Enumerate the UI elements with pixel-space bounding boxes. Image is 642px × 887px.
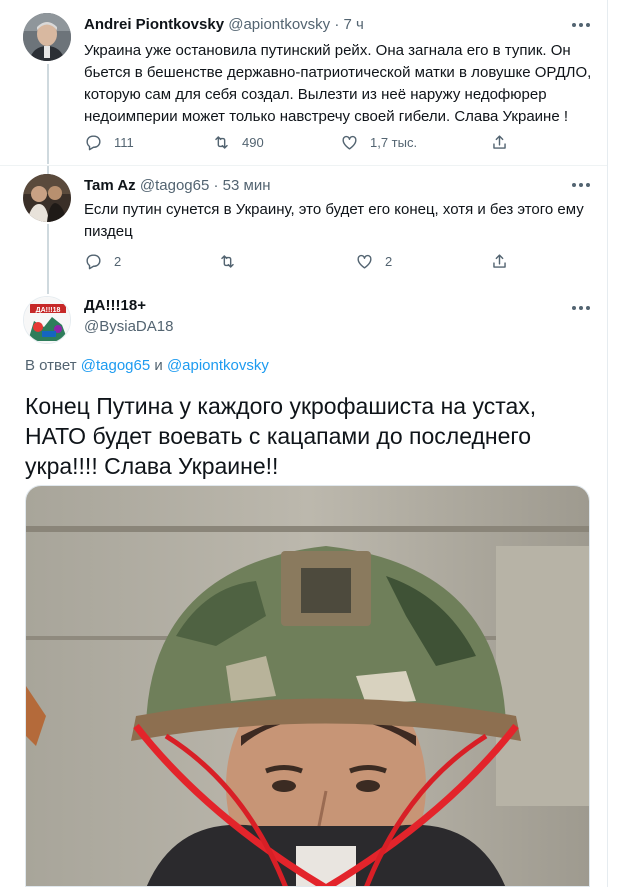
retweet-button[interactable] <box>218 249 248 273</box>
avatar-photo <box>23 174 71 222</box>
more-icon[interactable] <box>571 18 595 32</box>
author-name[interactable]: Andrei Piontkovsky <box>84 16 224 33</box>
tweet-actions: 2 2 <box>84 249 514 273</box>
tweet-header: Tam Az @tagog65 · 53 мин <box>84 177 270 194</box>
tweet-text-line: недоимперии может только навстречу своей… <box>84 108 568 125</box>
like-button[interactable]: 2 <box>355 249 392 273</box>
like-icon <box>342 135 357 150</box>
author-handle[interactable]: @BysiaDA18 <box>84 318 173 335</box>
avatar[interactable]: ДА!!!18 <box>23 296 71 344</box>
share-icon <box>493 134 506 149</box>
separator: · <box>334 16 340 33</box>
tweet-text-line: пиздец <box>84 223 133 240</box>
avatar-photo <box>23 13 71 61</box>
reply-icon <box>86 253 101 269</box>
share-icon <box>493 253 506 268</box>
author-name[interactable]: ДА!!!18+ <box>84 297 146 314</box>
like-count: 2 <box>385 253 393 269</box>
thread-line <box>47 64 49 164</box>
mention-link[interactable]: @tagog65 <box>81 357 150 374</box>
tweet-tagog65[interactable]: Tam Az @tagog65 · 53 мин Если путин суне… <box>0 166 607 284</box>
tweet-text-line: которую сам для себя создал. Вылезти из … <box>84 86 547 103</box>
photo-image <box>26 486 589 886</box>
like-button[interactable]: 1,7 тыс. <box>340 130 417 154</box>
retweet-icon <box>221 254 234 268</box>
reply-button[interactable]: 2 <box>84 249 121 273</box>
share-button[interactable] <box>490 130 509 154</box>
thread-line <box>47 166 49 174</box>
author-handle[interactable]: @apiontkovsky <box>228 16 330 33</box>
tweet-header: Andrei Piontkovsky @apiontkovsky · 7 ч <box>84 16 364 33</box>
tweet-actions: 111 490 1,7 тыс. <box>84 130 514 154</box>
avatar-logo: ДА!!!18 <box>24 297 70 343</box>
timeline-border <box>607 0 608 887</box>
tweet-text-line: НАТО будет воевать с кацапами до последн… <box>25 423 532 449</box>
separator: · <box>213 177 219 194</box>
tweet-text-line: укра!!!! Слава Украине!! <box>25 453 279 479</box>
main-tweet-text: Конец Путина у каждого укрофашиста на ус… <box>25 391 600 481</box>
avatar[interactable] <box>23 174 71 222</box>
mention-link[interactable]: @apiontkovsky <box>167 357 269 374</box>
thread-line <box>47 224 49 284</box>
like-count: 1,7 тыс. <box>370 134 418 150</box>
author-name[interactable]: Tam Az <box>84 177 136 194</box>
like-icon <box>357 254 372 269</box>
more-icon[interactable] <box>571 301 595 315</box>
timestamp[interactable]: 53 мин <box>223 177 271 194</box>
share-button[interactable] <box>490 249 509 273</box>
retweet-button[interactable]: 490 <box>212 130 264 154</box>
tweet-photo[interactable] <box>25 485 590 887</box>
author-handle[interactable]: @tagog65 <box>140 177 209 194</box>
reply-prefix: В ответ <box>25 357 77 374</box>
retweet-count: 490 <box>242 134 264 150</box>
retweet-icon <box>215 135 228 149</box>
tweet-piontkovsky[interactable]: Andrei Piontkovsky @apiontkovsky · 7 ч У… <box>0 0 607 165</box>
reply-button[interactable]: 111 <box>84 130 134 154</box>
tweet-header: @BysiaDA18 <box>84 318 173 335</box>
timestamp[interactable]: 7 ч <box>344 16 364 33</box>
reply-count: 111 <box>114 134 134 150</box>
tweet-text-line: Если путин сунется в Украину, это будет … <box>84 201 584 218</box>
avatar[interactable] <box>23 13 71 61</box>
tweet-text: Украина уже остановила путинский рейх. О… <box>84 40 599 128</box>
reply-conjunction: и <box>154 357 163 374</box>
reply-context: В ответ @tagog65 и @apiontkovsky <box>25 357 269 374</box>
tweet-text-line: бьется в бешенстве державно-патриотическ… <box>84 64 592 81</box>
more-icon[interactable] <box>571 178 595 192</box>
tweet-header: ДА!!!18+ <box>84 297 146 314</box>
tweet-text-line: Конец Путина у каждого укрофашиста на ус… <box>25 393 537 419</box>
reply-icon <box>86 134 101 150</box>
thread-line <box>47 284 49 294</box>
tweet-text: Если путин сунется в Украину, это будет … <box>84 199 599 243</box>
tweet-text-line: Украина уже остановила путинский рейх. О… <box>84 42 571 59</box>
avatar-text: ДА!!!18 <box>36 307 61 314</box>
reply-count: 2 <box>114 253 122 269</box>
